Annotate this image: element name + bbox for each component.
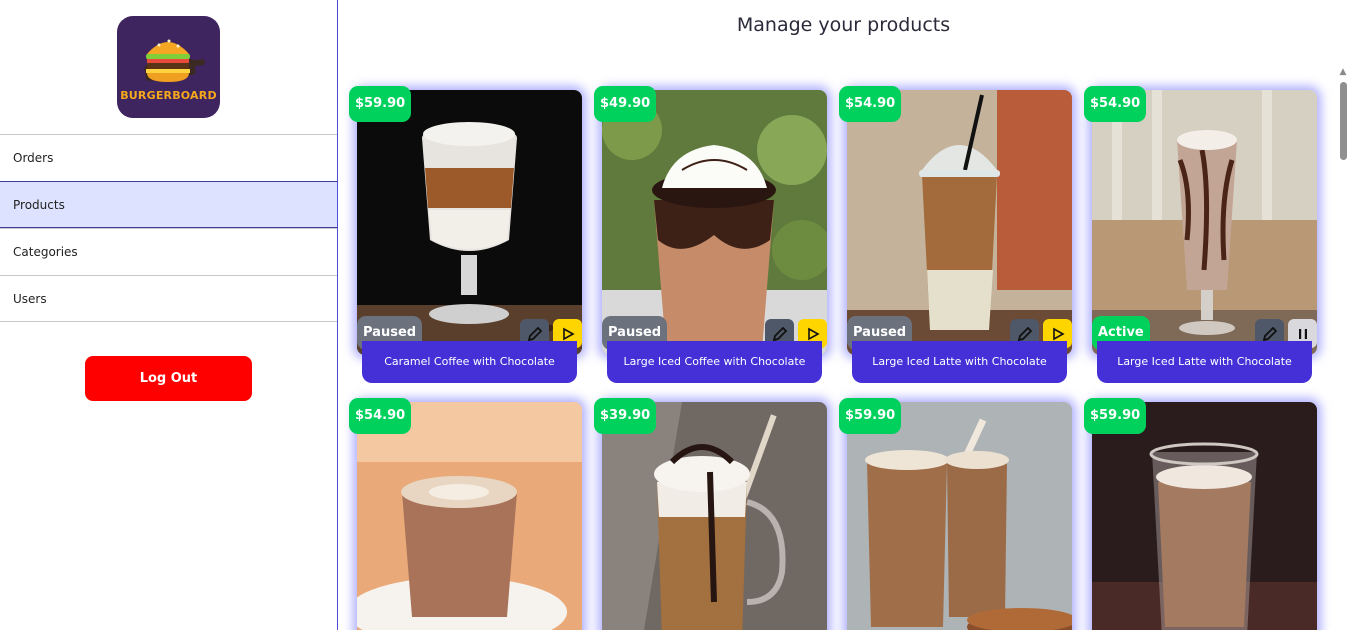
pause-icon [1298, 328, 1307, 339]
scrollbar-thumb[interactable] [1340, 82, 1347, 160]
price-badge: $59.90 [349, 86, 412, 122]
price-badge: $54.90 [839, 86, 902, 122]
play-icon [1052, 327, 1065, 340]
price-badge: $49.90 [594, 86, 657, 122]
sidebar-item-products[interactable]: Products [0, 181, 337, 228]
sidebar-item-categories[interactable]: Categories [0, 228, 337, 275]
product-card[interactable]: $54.90 [349, 398, 582, 630]
price-badge: $59.90 [839, 398, 902, 434]
product-card[interactable]: $59.90 [1084, 398, 1317, 630]
sidebar-item-orders[interactable]: Orders [0, 134, 337, 181]
price-badge: $54.90 [1084, 86, 1147, 122]
play-icon [807, 327, 820, 340]
price-badge: $39.90 [594, 398, 657, 434]
logout-button[interactable]: Log Out [85, 356, 252, 401]
product-card[interactable]: $49.90 Paused Large Iced Coffee with Cho… [594, 86, 827, 384]
product-name: Caramel Coffee with Chocolate [362, 341, 577, 383]
sidebar-item-users[interactable]: Users [0, 275, 337, 322]
product-card[interactable]: $39.90 [594, 398, 827, 630]
page-title: Manage your products [736, 14, 951, 36]
sidebar: BURGERBOARD Orders Products Categories U… [0, 0, 338, 630]
product-photo [1092, 402, 1317, 630]
pencil-icon [527, 326, 542, 341]
product-card[interactable]: $59.90 Paused Caramel Coffee with Chocol… [349, 86, 582, 384]
price-badge: $54.90 [349, 398, 412, 434]
product-photo [847, 402, 1072, 630]
play-icon [562, 327, 575, 340]
product-photo [357, 402, 582, 630]
product-card[interactable]: $54.90 Active Large Iced Latte with Choc… [1084, 86, 1317, 384]
product-name: Large Iced Latte with Chocolate [852, 341, 1067, 383]
pencil-icon [1262, 326, 1277, 341]
scroll-up-arrow-icon[interactable]: ▲ [1338, 67, 1348, 77]
app-logo[interactable]: BURGERBOARD [117, 16, 220, 118]
pencil-icon [772, 326, 787, 341]
pencil-icon [1017, 326, 1032, 341]
burger-icon [144, 39, 205, 82]
product-photo [602, 402, 827, 630]
product-card[interactable]: $59.90 [839, 398, 1072, 630]
sidebar-nav: Orders Products Categories Users [0, 134, 337, 322]
product-card[interactable]: $54.90 Paused Large Iced Latte with Choc… [839, 86, 1072, 384]
product-name: Large Iced Latte with Chocolate [1097, 341, 1312, 383]
product-name: Large Iced Coffee with Chocolate [607, 341, 822, 383]
price-badge: $59.90 [1084, 398, 1147, 434]
logo-text: BURGERBOARD [120, 89, 217, 102]
